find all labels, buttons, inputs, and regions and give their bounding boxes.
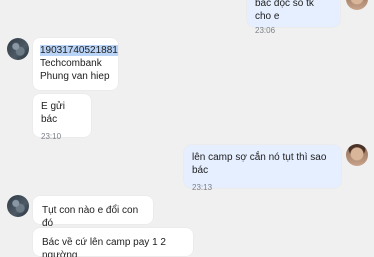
message-text: Tụt con nào e đổi con đó bbox=[42, 205, 139, 229]
sender-avatar[interactable] bbox=[7, 195, 29, 217]
bank-account-number[interactable]: 19031740521881 bbox=[40, 45, 118, 56]
sender-avatar[interactable] bbox=[7, 38, 29, 60]
contact-avatar[interactable] bbox=[346, 0, 368, 10]
message-time: 23:13 bbox=[192, 183, 213, 192]
message-text: E gửi bác bbox=[41, 101, 65, 125]
message-incoming-swap[interactable]: Tụt con nào e đổi con đó bbox=[33, 196, 153, 229]
message-incoming-pay[interactable]: Bác về cứ lên camp pay 1 2 ngường bbox=[33, 228, 193, 257]
message-outgoing-account-request[interactable]: bác đọc số tk cho e 23:06 bbox=[247, 0, 340, 35]
contact-avatar[interactable] bbox=[346, 144, 368, 166]
message-outgoing-camp[interactable]: lên camp sợ cắn nó tụt thì sao bác 23:13 bbox=[184, 145, 341, 192]
message-time: 23:06 bbox=[255, 26, 276, 35]
message-text: bác đọc số tk cho e bbox=[255, 0, 314, 22]
message-text: Bác về cứ lên camp pay 1 2 ngường bbox=[42, 237, 166, 257]
bank-name: Techcombank bbox=[40, 58, 102, 69]
chat-conversation: bác đọc số tk cho e 23:06 19031740521881… bbox=[0, 0, 374, 257]
message-text: lên camp sợ cắn nó tụt thì sao bác bbox=[192, 152, 327, 176]
message-time: 23:10 bbox=[41, 132, 62, 141]
account-holder-name: Phung van hiep bbox=[40, 71, 110, 82]
message-incoming-bank-info[interactable]: 19031740521881 Techcombank Phung van hie… bbox=[33, 38, 118, 90]
message-incoming-send-note[interactable]: E gửi bác 23:10 bbox=[33, 94, 91, 141]
